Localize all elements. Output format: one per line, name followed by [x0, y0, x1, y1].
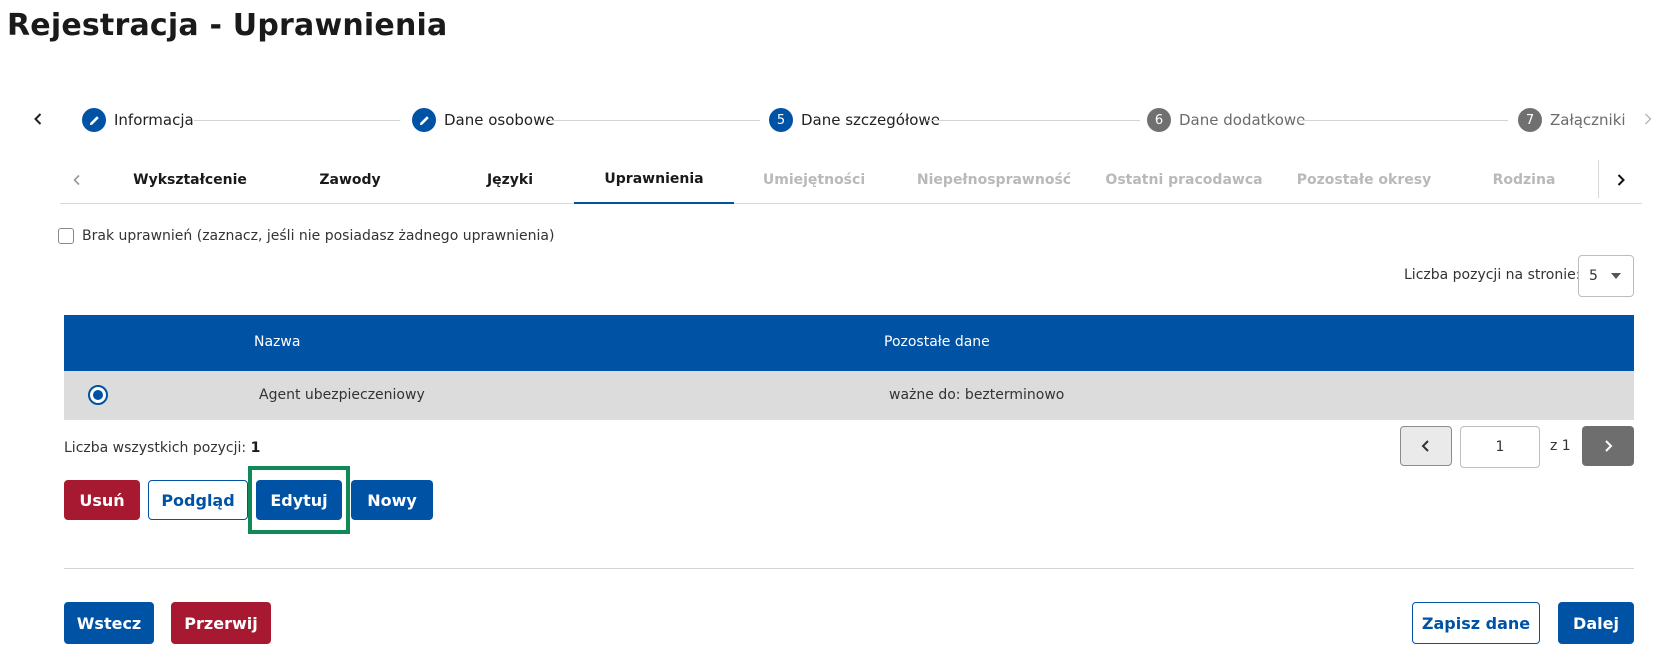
- stepper-next-arrow[interactable]: [1638, 106, 1658, 132]
- pencil-icon: [89, 115, 99, 125]
- total-value: 1: [250, 440, 261, 456]
- step-dane-szczegolowe[interactable]: 5 Dane szczegółowe: [769, 108, 940, 132]
- step-label: Informacja: [114, 111, 194, 129]
- abort-button[interactable]: Przerwij: [171, 602, 271, 644]
- pagination-of-label: z 1: [1550, 438, 1571, 454]
- delete-button[interactable]: Usuń: [64, 480, 140, 520]
- per-page-value: 5: [1589, 268, 1598, 284]
- tab-zawody[interactable]: Zawody: [270, 156, 430, 204]
- section-divider: [64, 568, 1634, 569]
- step-connector: [550, 120, 760, 121]
- stepper: Informacja Dane osobowe 5 Dane szczegóło…: [0, 96, 1662, 146]
- privileges-table: Nazwa Pozostałe dane Agent ubezpieczenio…: [64, 315, 1634, 420]
- radio-dot: [93, 390, 103, 400]
- new-button[interactable]: Nowy: [351, 480, 433, 520]
- step-dane-osobowe[interactable]: Dane osobowe: [412, 108, 555, 132]
- pagination-prev-button[interactable]: [1400, 426, 1452, 466]
- tabs-prev-arrow[interactable]: [62, 156, 92, 204]
- no-privileges-label: Brak uprawnień (zaznacz, jeśli nie posia…: [82, 228, 555, 244]
- pagination-page-input[interactable]: [1460, 426, 1540, 468]
- tab-pozostale-okresy[interactable]: Pozostałe okresy: [1274, 156, 1454, 204]
- step-connector: [928, 120, 1140, 121]
- chevron-left-icon: [73, 174, 80, 186]
- step-dane-dodatkowe[interactable]: 6 Dane dodatkowe: [1147, 108, 1305, 132]
- table-header: Nazwa Pozostałe dane: [64, 315, 1634, 371]
- page-title: Rejestracja - Uprawnienia: [7, 8, 448, 43]
- total-label: Liczba wszystkich pozycji:: [64, 440, 247, 456]
- step-connector: [1298, 120, 1508, 121]
- no-privileges-checkbox[interactable]: Brak uprawnień (zaznacz, jeśli nie posia…: [58, 228, 554, 244]
- step-zalaczniki[interactable]: 7 Załączniki: [1518, 108, 1626, 132]
- step-label: Dane szczegółowe: [801, 111, 940, 129]
- tab-wyksztalcenie[interactable]: Wykształcenie: [110, 156, 270, 204]
- per-page-label: Liczba pozycji na stronie:: [1404, 267, 1581, 283]
- stepper-prev-arrow[interactable]: [26, 106, 50, 132]
- chevron-right-icon: [1617, 174, 1625, 186]
- column-header-other: Pozostałe dane: [884, 334, 990, 350]
- checkbox-box[interactable]: [58, 228, 74, 244]
- step-label: Dane dodatkowe: [1179, 111, 1306, 129]
- chevron-left-icon: [34, 113, 42, 125]
- step-circle: 5: [769, 108, 793, 132]
- step-circle: [82, 108, 106, 132]
- next-button[interactable]: Dalej: [1558, 602, 1634, 644]
- tab-rodzina[interactable]: Rodzina: [1454, 156, 1594, 204]
- step-connector: [194, 120, 400, 121]
- step-circle: 7: [1518, 108, 1542, 132]
- pagination-next-button[interactable]: [1582, 426, 1634, 466]
- chevron-left-icon: [1421, 440, 1429, 452]
- tab-ostatni-pracodawca[interactable]: Ostatni pracodawca: [1094, 156, 1274, 204]
- chevron-right-icon: [1605, 440, 1613, 452]
- tabs-divider: [1598, 160, 1599, 198]
- tab-jezyki[interactable]: Języki: [430, 156, 590, 204]
- pencil-icon: [419, 115, 429, 125]
- step-circle: 6: [1147, 108, 1171, 132]
- edit-button[interactable]: Edytuj: [256, 480, 342, 520]
- step-label: Załączniki: [1550, 111, 1626, 129]
- row-radio[interactable]: [88, 385, 108, 405]
- chevron-right-icon: [1644, 113, 1652, 125]
- per-page-select[interactable]: 5: [1578, 255, 1634, 297]
- caret-down-icon: [1611, 273, 1621, 279]
- sub-tabs: Wykształcenie Zawody Języki Uprawnienia …: [60, 156, 1642, 204]
- tabs-next-arrow[interactable]: [1606, 156, 1636, 204]
- tab-uprawnienia[interactable]: Uprawnienia: [574, 156, 734, 204]
- column-header-name: Nazwa: [254, 334, 301, 350]
- cell-other: ważne do: bezterminowo: [889, 387, 1065, 403]
- preview-button[interactable]: Podgląd: [148, 480, 248, 520]
- step-informacja[interactable]: Informacja: [82, 108, 194, 132]
- tab-umiejetnosci[interactable]: Umiejętności: [734, 156, 894, 204]
- total-count: Liczba wszystkich pozycji: 1: [64, 440, 260, 456]
- tab-niepelnosprawnosc[interactable]: Niepełnosprawność: [894, 156, 1094, 204]
- cell-name: Agent ubezpieczeniowy: [259, 387, 425, 403]
- step-label: Dane osobowe: [444, 111, 555, 129]
- back-button[interactable]: Wstecz: [64, 602, 154, 644]
- save-data-button[interactable]: Zapisz dane: [1412, 602, 1540, 644]
- step-circle: [412, 108, 436, 132]
- table-row[interactable]: Agent ubezpieczeniowy ważne do: beztermi…: [64, 371, 1634, 420]
